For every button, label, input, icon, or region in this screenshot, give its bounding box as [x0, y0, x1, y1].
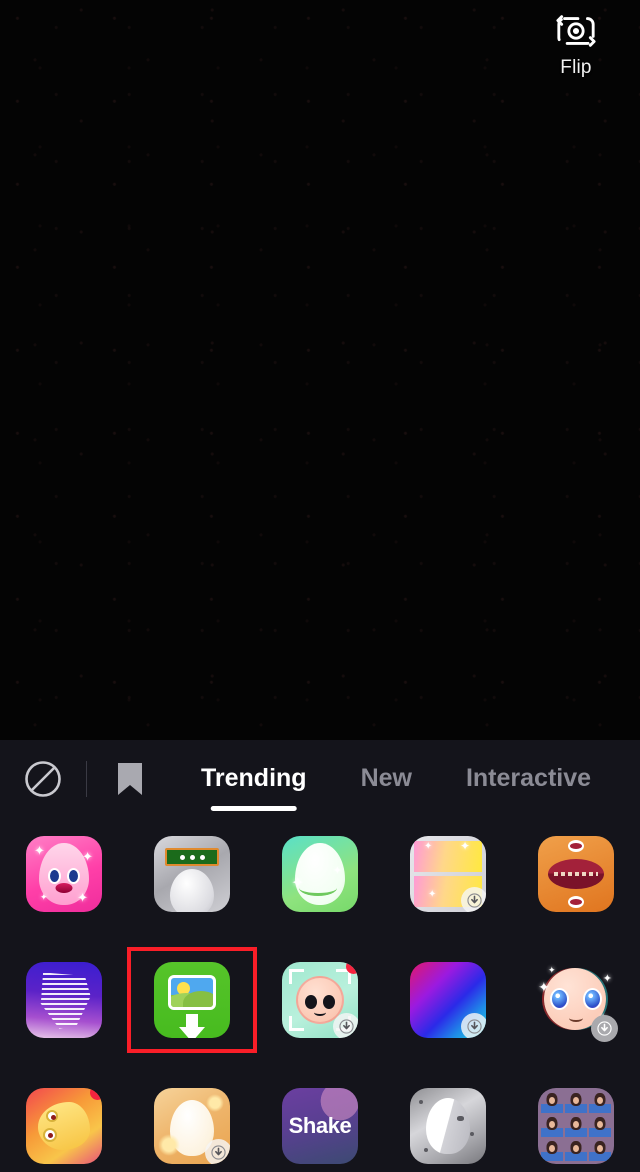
tab-trending-label: Trending [201, 763, 307, 792]
circle-slash-icon [25, 761, 61, 797]
flip-camera-label: Flip [560, 57, 592, 78]
effect-artwork [538, 1088, 614, 1164]
lips-teeth-effect[interactable] [512, 836, 640, 912]
effects-panel: Trending New Interactive ✦ ✦ ✦ ✦ ✦ ✦ ✦ ✦… [0, 740, 640, 1172]
flip-camera-button[interactable]: Flip [538, 10, 614, 79]
flip-camera-icon [556, 15, 596, 47]
shake-effect[interactable]: Shake [256, 1088, 384, 1164]
effect-artwork: ✦ ✦ [282, 836, 358, 912]
effect-thumbnail [26, 1088, 102, 1164]
saved-effects-button[interactable] [101, 750, 159, 808]
meter-head-effect[interactable] [128, 836, 256, 912]
effects-tabbar: Trending New Interactive [0, 740, 640, 818]
effect-thumbnail: ✦ ✦ [282, 836, 358, 912]
doll-face-effect[interactable]: ✦ ✦ ✦ ✦ [0, 836, 128, 912]
download-badge[interactable] [461, 887, 486, 912]
effect-thumbnail [26, 962, 102, 1038]
download-arrow-icon [211, 1145, 226, 1160]
effect-thumbnail [410, 962, 486, 1038]
new-badge-dot [90, 1088, 102, 1100]
bookmark-icon [118, 763, 142, 795]
effect-artwork [26, 962, 102, 1038]
camera-preview[interactable] [0, 0, 640, 740]
download-badge[interactable] [205, 1139, 230, 1164]
effect-artwork: Shake [282, 1088, 358, 1164]
effect-text-label: Shake [288, 1113, 352, 1138]
effect-thumbnail: ✦ ✦ ✦ [410, 836, 486, 912]
download-arrow-icon [339, 1019, 354, 1034]
effect-artwork [154, 962, 230, 1038]
effect-artwork [410, 1088, 486, 1164]
effect-thumbnail [154, 962, 230, 1038]
effect-thumbnail [154, 836, 230, 912]
download-badge[interactable] [333, 1013, 358, 1038]
split-screen-effect[interactable]: ✦ ✦ ✦ [384, 836, 512, 912]
effect-artwork: ✦ ✦ ✦ ✦ [34, 843, 93, 905]
green-smile-effect[interactable]: ✦ ✦ [256, 836, 384, 912]
effect-thumbnail [154, 1088, 230, 1164]
effect-artwork [26, 1088, 102, 1164]
download-badge[interactable] [461, 1013, 486, 1038]
glitch-lines-effect[interactable] [0, 962, 128, 1038]
effect-thumbnail [410, 1088, 486, 1164]
effect-thumbnail: Shake [282, 1088, 358, 1164]
nine-grid-effect[interactable] [512, 1088, 640, 1164]
effect-thumbnail: ✦ ✦ ✦ ✦ [26, 836, 102, 912]
tab-new-label: New [360, 763, 412, 792]
download-badge[interactable] [591, 1015, 618, 1042]
gray-face-effect[interactable] [384, 1088, 512, 1164]
toolbar-divider [86, 761, 87, 797]
new-badge-dot [346, 962, 358, 974]
effect-thumbnail [538, 836, 614, 912]
tab-interactive[interactable]: Interactive [466, 764, 591, 795]
big-eyes-effect[interactable]: ✦ ✦ ✦ ✦ [512, 962, 640, 1042]
download-arrow-icon [467, 893, 482, 908]
effects-grid: ✦ ✦ ✦ ✦ ✦ ✦ ✦ ✦ ✦ ✦ ✦ ✦ ✦ Shake [0, 818, 640, 1164]
effect-thumbnail [538, 1088, 614, 1164]
glow-egg-effect[interactable] [128, 1088, 256, 1164]
effect-artwork [154, 836, 230, 912]
tab-new[interactable]: New [361, 764, 412, 795]
effect-artwork [538, 836, 614, 912]
aurora-gradient-effect[interactable] [384, 962, 512, 1038]
face-scan-baby-effect[interactable] [256, 962, 384, 1038]
upload-photo-effect[interactable] [128, 962, 256, 1038]
bird-face-effect[interactable] [0, 1088, 128, 1164]
effect-thumbnail [282, 962, 358, 1038]
download-arrow-icon [597, 1021, 612, 1036]
effects-tabs: Trending New Interactive [201, 764, 591, 795]
tab-interactive-label: Interactive [465, 763, 592, 792]
no-effect-button[interactable] [14, 750, 72, 808]
effect-thumbnail: ✦ ✦ ✦ ✦ [538, 962, 618, 1042]
camera-effects-screen: Flip Trending New Interactive ✦ ✦ ✦ ✦ ✦ … [0, 0, 640, 1172]
download-arrow-icon [467, 1019, 482, 1034]
tab-trending[interactable]: Trending [201, 764, 307, 795]
